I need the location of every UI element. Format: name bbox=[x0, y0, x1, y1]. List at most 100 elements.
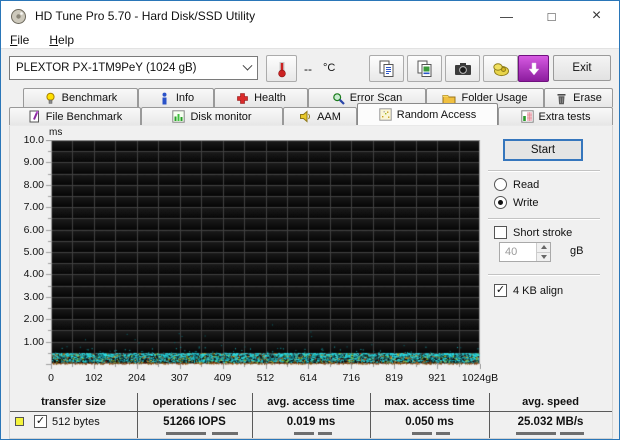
temperature-button[interactable] bbox=[266, 55, 297, 82]
drive-selector-value: PLEXTOR PX-1TM9PeY (1024 gB) bbox=[16, 62, 196, 74]
write-radio[interactable]: Write bbox=[494, 196, 538, 209]
x-tick-label: 614 bbox=[285, 372, 331, 384]
tab-aam[interactable]: AAM bbox=[283, 107, 357, 125]
short-stroke-unit-label: gB bbox=[570, 245, 583, 257]
tab-erase[interactable]: Erase bbox=[544, 88, 613, 107]
menu-help[interactable]: Help bbox=[49, 33, 74, 47]
tab-file-benchmark-label: File Benchmark bbox=[46, 111, 122, 123]
cutoff-row-fragment bbox=[436, 432, 450, 435]
radio-selected-icon bbox=[494, 196, 507, 209]
speaker-icon bbox=[299, 110, 312, 123]
header-avg-access: avg. access time bbox=[252, 393, 370, 411]
align-checkbox[interactable]: ✓ 4 KB align bbox=[494, 284, 563, 297]
copy-text-button[interactable] bbox=[369, 55, 404, 82]
tab-health-label: Health bbox=[254, 92, 286, 104]
tab-info[interactable]: Info bbox=[138, 88, 214, 107]
separator bbox=[488, 170, 600, 172]
tabs-area: Benchmark Info Health Error Scan Folder … bbox=[1, 87, 619, 125]
checkbox-checked-icon: ✓ bbox=[34, 415, 47, 428]
exit-button[interactable]: Exit bbox=[553, 55, 611, 81]
x-tick-label: 1024gB bbox=[457, 372, 503, 384]
header-underline bbox=[10, 411, 612, 412]
x-tick-label: 409 bbox=[200, 372, 246, 384]
y-tick-label: 7.00 bbox=[10, 201, 44, 213]
temperature-unit: °C bbox=[323, 62, 335, 74]
window-title: HD Tune Pro 5.70 - Hard Disk/SSD Utility bbox=[35, 9, 255, 23]
tab-aam-label: AAM bbox=[317, 111, 341, 123]
copy-text-icon bbox=[377, 59, 397, 79]
trash-icon bbox=[555, 92, 568, 105]
screenshot-button[interactable] bbox=[445, 55, 480, 82]
read-label: Read bbox=[513, 179, 539, 191]
drive-selector[interactable]: PLEXTOR PX-1TM9PeY (1024 gB) bbox=[9, 56, 258, 80]
magnifier-icon bbox=[332, 92, 345, 105]
cutoff-row-fragment bbox=[212, 432, 238, 435]
y-tick-label: 2.00 bbox=[10, 313, 44, 325]
save-icon bbox=[491, 59, 511, 79]
copy-image-button[interactable] bbox=[407, 55, 442, 82]
checkbox-icon bbox=[494, 226, 507, 239]
random-access-page: ms 10.09.008.007.006.005.004.003.002.001… bbox=[9, 125, 613, 439]
menu-file[interactable]: File bbox=[10, 33, 29, 47]
tab-random-access[interactable]: Random Access bbox=[357, 103, 498, 125]
tab-benchmark[interactable]: Benchmark bbox=[23, 88, 138, 107]
write-label: Write bbox=[513, 197, 538, 209]
short-stroke-size-input[interactable]: 40 bbox=[499, 242, 551, 262]
cutoff-row-fragment bbox=[516, 432, 556, 435]
minimize-icon: — bbox=[500, 9, 513, 24]
row-512-bytes-checkbox[interactable]: ✓ bbox=[34, 415, 47, 428]
start-button[interactable]: Start bbox=[503, 139, 583, 161]
tab-file-benchmark[interactable]: File Benchmark bbox=[9, 107, 141, 125]
random-access-scatter-canvas bbox=[45, 140, 481, 370]
title-bar[interactable]: HD Tune Pro 5.70 - Hard Disk/SSD Utility… bbox=[1, 1, 619, 31]
tab-erase-label: Erase bbox=[573, 92, 602, 104]
short-stroke-checkbox[interactable]: Short stroke bbox=[494, 226, 572, 239]
y-tick-label: 4.00 bbox=[10, 268, 44, 280]
file-benchmark-icon bbox=[28, 110, 41, 123]
close-button[interactable]: × bbox=[574, 1, 619, 31]
tab-extra-tests-label: Extra tests bbox=[539, 111, 591, 123]
row-avg-access: 0.019 ms bbox=[252, 413, 370, 431]
tab-extra-tests[interactable]: Extra tests bbox=[498, 107, 613, 125]
y-tick-label: 9.00 bbox=[10, 156, 44, 168]
download-arrow-icon bbox=[526, 61, 542, 77]
save-button[interactable] bbox=[483, 55, 518, 82]
toolbar: PLEXTOR PX-1TM9PeY (1024 gB) -- °C bbox=[1, 48, 619, 87]
separator bbox=[488, 218, 600, 220]
temperature-value: -- bbox=[304, 62, 312, 76]
read-radio[interactable]: Read bbox=[494, 178, 539, 191]
app-window: HD Tune Pro 5.70 - Hard Disk/SSD Utility… bbox=[0, 0, 620, 440]
header-operations: operations / sec bbox=[137, 393, 252, 411]
spin-down-button[interactable] bbox=[537, 252, 550, 262]
tab-disk-monitor[interactable]: Disk monitor bbox=[141, 107, 283, 125]
x-tick-label: 921 bbox=[414, 372, 460, 384]
x-tick-label: 102 bbox=[71, 372, 117, 384]
health-cross-icon bbox=[236, 92, 249, 105]
camera-icon bbox=[453, 59, 473, 79]
series-color-swatch bbox=[15, 417, 24, 426]
spin-up-button[interactable] bbox=[537, 243, 550, 252]
cutoff-row-fragment bbox=[318, 432, 332, 435]
update-button[interactable] bbox=[518, 55, 549, 82]
start-label: Start bbox=[531, 144, 555, 156]
tab-health[interactable]: Health bbox=[214, 88, 308, 107]
benchmark-icon bbox=[44, 92, 57, 105]
cutoff-row-fragment bbox=[166, 432, 206, 435]
minimize-button[interactable]: — bbox=[484, 1, 529, 31]
app-icon bbox=[10, 8, 27, 25]
cutoff-row-fragment bbox=[294, 432, 314, 435]
tab-info-label: Info bbox=[176, 92, 194, 104]
row-transfer-size: 512 bytes bbox=[52, 416, 100, 428]
y-tick-label: 6.00 bbox=[10, 224, 44, 236]
info-icon bbox=[158, 92, 171, 105]
random-access-icon bbox=[379, 108, 392, 121]
x-tick-label: 716 bbox=[328, 372, 374, 384]
y-tick-label: 8.00 bbox=[10, 179, 44, 191]
short-stroke-value: 40 bbox=[500, 243, 536, 261]
chevron-down-icon bbox=[243, 60, 253, 70]
y-tick-label: 1.00 bbox=[10, 336, 44, 348]
x-tick-label: 0 bbox=[28, 372, 74, 384]
x-tick-label: 307 bbox=[157, 372, 203, 384]
maximize-button[interactable]: □ bbox=[529, 1, 574, 31]
maximize-icon: □ bbox=[548, 9, 556, 24]
